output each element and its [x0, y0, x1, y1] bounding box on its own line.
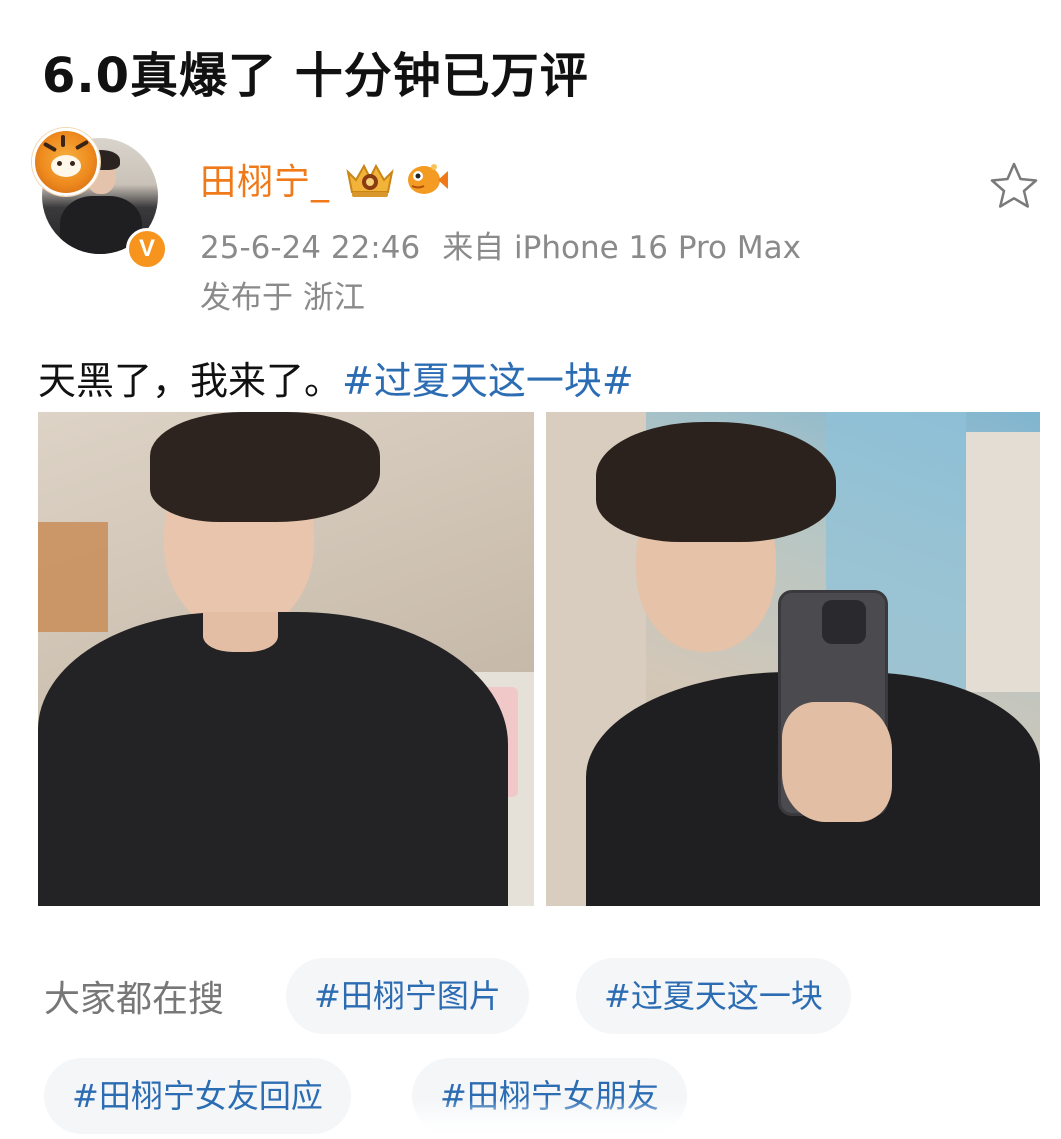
post-photo-1[interactable] [38, 412, 534, 906]
post-timestamp: 25-6-24 22:46 [200, 230, 421, 266]
topic-link[interactable]: #过夏天这一块# [342, 359, 634, 403]
author-avatar[interactable]: V [32, 128, 168, 270]
search-chip[interactable]: #田栩宁图片 [286, 958, 529, 1034]
fish-badge-icon[interactable] [404, 159, 450, 199]
headline: 6.0真爆了 十分钟已万评 [42, 48, 589, 104]
author-header: 田栩宁_ [200, 152, 450, 206]
search-chip[interactable]: #田栩宁女友回应 [44, 1058, 351, 1134]
post-source: 来自 iPhone 16 Pro Max [442, 230, 801, 266]
tiger-avatar-frame-icon [32, 128, 100, 196]
trending-search-label: 大家都在搜 [44, 979, 225, 1020]
post-meta: 25-6-24 22:46 来自 iPhone 16 Pro Max [200, 222, 801, 267]
crown-badge-icon[interactable] [342, 158, 398, 200]
favorite-star-icon[interactable] [988, 160, 1040, 212]
verified-badge-icon: V [126, 228, 168, 270]
post-body: 天黑了，我来了。 [38, 359, 343, 403]
search-chip[interactable]: #过夏天这一块 [576, 958, 851, 1034]
author-name[interactable]: 田栩宁_ [200, 153, 330, 205]
post-photo-2[interactable] [546, 412, 1040, 906]
search-chip[interactable]: #田栩宁女朋友 [412, 1058, 687, 1134]
post-text: 天黑了，我来了。#过夏天这一块# [38, 350, 634, 405]
post-location: 发布于 浙江 [200, 280, 365, 316]
